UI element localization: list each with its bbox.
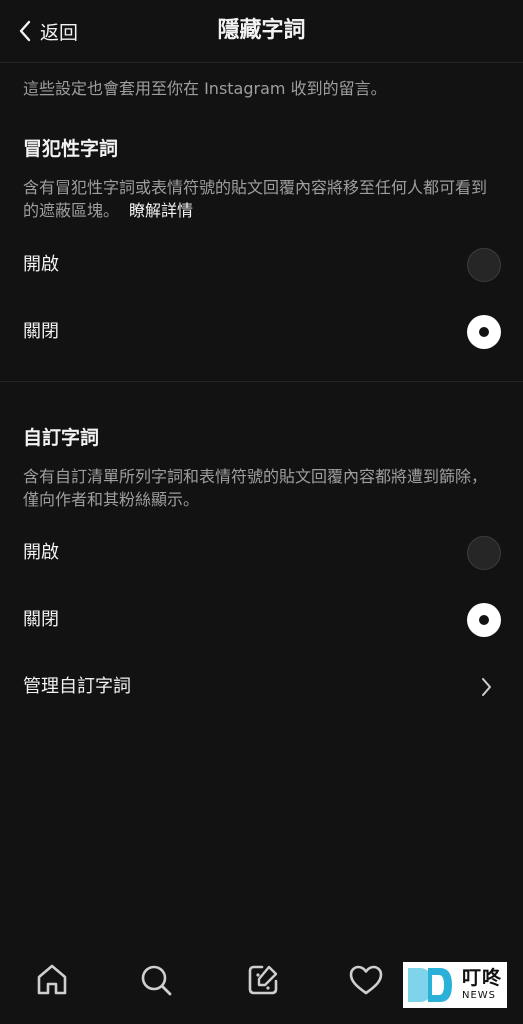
manage-custom-words-label: 管理自訂字詞 bbox=[23, 676, 131, 697]
tab-search[interactable] bbox=[136, 960, 176, 1000]
watermark-text: 叮咚 NEWS bbox=[462, 969, 502, 1001]
tab-home[interactable] bbox=[32, 960, 72, 1000]
heart-icon bbox=[349, 965, 383, 995]
learn-more-link[interactable]: 瞭解詳情 bbox=[129, 201, 193, 220]
option-label: 開啟 bbox=[23, 542, 59, 563]
radio-selected-icon[interactable] bbox=[467, 315, 501, 349]
section-divider bbox=[0, 381, 523, 382]
option-label: 關閉 bbox=[23, 609, 59, 630]
custom-option-off[interactable]: 關閉 bbox=[0, 594, 523, 646]
manage-custom-words-row[interactable]: 管理自訂字詞 bbox=[0, 661, 523, 713]
watermark-en: NEWS bbox=[462, 990, 497, 1001]
radio-off-icon[interactable] bbox=[467, 248, 501, 282]
header-divider bbox=[0, 62, 523, 63]
offensive-option-on[interactable]: 開啟 bbox=[0, 239, 523, 291]
intro-text: 這些設定也會套用至你在 Instagram 收到的留言。 bbox=[23, 79, 387, 98]
tab-compose[interactable] bbox=[243, 960, 283, 1000]
page-title: 隱藏字詞 bbox=[217, 18, 306, 43]
search-icon bbox=[141, 965, 172, 996]
news-logo bbox=[406, 965, 460, 1005]
news-watermark: 叮咚 NEWS bbox=[403, 962, 507, 1008]
home-icon bbox=[37, 964, 67, 995]
offensive-section-description: 含有冒犯性字詞或表情符號的貼文回覆內容將移至任何人都可看到的遮蔽區塊。 瞭解詳情 bbox=[23, 176, 493, 222]
offensive-option-off[interactable]: 關閉 bbox=[0, 306, 523, 358]
tab-activity[interactable] bbox=[346, 960, 386, 1000]
option-label: 開啟 bbox=[23, 254, 59, 275]
top-bar: 返回 隱藏字詞 bbox=[0, 0, 523, 62]
radio-selected-icon[interactable] bbox=[467, 603, 501, 637]
chevron-right-icon bbox=[482, 678, 491, 696]
offensive-section-title: 冒犯性字詞 bbox=[23, 138, 119, 160]
option-label: 關閉 bbox=[23, 321, 59, 342]
compose-icon bbox=[248, 965, 278, 995]
custom-option-on[interactable]: 開啟 bbox=[0, 527, 523, 579]
offensive-description-text: 含有冒犯性字詞或表情符號的貼文回覆內容將移至任何人都可看到的遮蔽區塊。 bbox=[23, 178, 488, 220]
watermark-cn: 叮咚 bbox=[462, 967, 503, 989]
custom-section-title: 自訂字詞 bbox=[23, 427, 100, 449]
custom-section-description: 含有自訂清單所列字詞和表情符號的貼文回覆內容都將遭到篩除，僅向作者和其粉絲顯示。 bbox=[23, 467, 488, 509]
radio-off-icon[interactable] bbox=[467, 536, 501, 570]
